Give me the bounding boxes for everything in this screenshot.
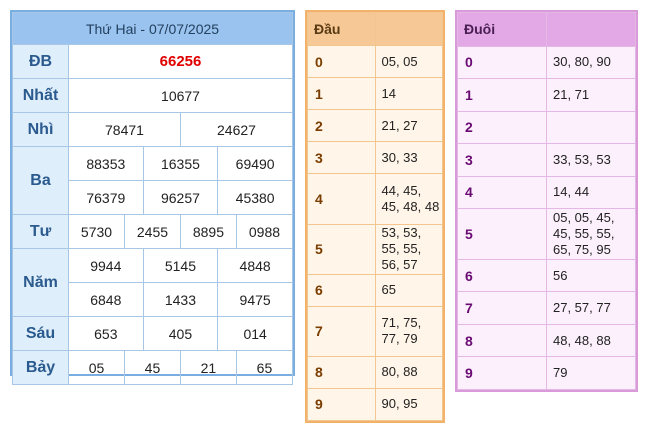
head-digit: 0 — [307, 45, 376, 79]
tail-digit: 6 — [457, 258, 547, 293]
fifth-prize-number: 9475 — [217, 282, 293, 317]
fifth-prize-number: 9944 — [68, 248, 144, 283]
sixth-prize-number: 653 — [68, 316, 144, 351]
third-prize-number: 16355 — [142, 146, 219, 181]
prize-label-seventh: Bảy — [12, 350, 69, 385]
tail-digit-table: Đuôi 0 30, 80, 90 1 21, 71 2 3 33, 53, 53 4… — [455, 10, 638, 392]
head-digit-values: 30, 33 — [374, 141, 443, 175]
fourth-prize-number: 8895 — [179, 214, 237, 249]
fifth-prize-number: 5145 — [142, 248, 219, 283]
head-digit: 5 — [307, 223, 376, 275]
third-prize-number: 88353 — [68, 146, 144, 181]
head-digit-values: 53, 53, 55, 55, 56, 57 — [374, 223, 443, 275]
head-digit-values: 14 — [374, 77, 443, 111]
head-digit-values: 05, 05 — [374, 45, 443, 79]
head-digit-values: 80, 88 — [374, 355, 443, 389]
prize-label-third: Ba — [12, 146, 69, 215]
fifth-prize-number: 6848 — [68, 282, 144, 317]
tail-digit: 0 — [457, 45, 547, 80]
tail-digit: 1 — [457, 78, 547, 112]
third-prize-number: 76379 — [68, 180, 144, 215]
seventh-prize-number: 21 — [179, 350, 237, 385]
prize-label-first: Nhất — [12, 78, 69, 113]
third-prize-number: 69490 — [217, 146, 293, 181]
tail-digit: 8 — [457, 323, 547, 358]
tail-digit-values: 79 — [546, 356, 636, 390]
head-digit-header-values — [374, 11, 443, 47]
head-digit: 2 — [307, 109, 376, 143]
head-digit: 6 — [307, 273, 376, 307]
head-digit: 7 — [307, 305, 376, 357]
tail-digit-header: Đuôi — [457, 12, 547, 47]
fifth-prize-number: 1433 — [142, 282, 219, 317]
tail-digit-values: 33, 53, 53 — [546, 143, 636, 177]
head-digit-values: 65 — [374, 273, 443, 307]
head-digit-values: 90, 95 — [374, 387, 443, 422]
second-prize-number: 24627 — [179, 112, 294, 147]
tail-digit-header-values — [546, 12, 636, 47]
results-date-title: Thứ Hai - 07/07/2025 — [12, 12, 293, 45]
tail-digit-values: 05, 05, 45, 45, 55, 55, 65, 75, 95 — [546, 208, 636, 260]
first-prize-number: 10677 — [68, 78, 293, 113]
prize-label-sixth: Sáu — [12, 316, 69, 351]
third-prize-number: 96257 — [142, 180, 219, 215]
head-digit: 9 — [307, 387, 376, 422]
tail-digit-values: 48, 48, 88 — [546, 323, 636, 358]
sixth-prize-number: 014 — [217, 316, 293, 351]
sixth-prize-number: 405 — [142, 316, 219, 351]
seventh-prize-number: 65 — [235, 350, 294, 385]
fourth-prize-number: 2455 — [123, 214, 181, 249]
tail-digit-values: 21, 71 — [546, 78, 636, 112]
head-digit-header: Đầu — [307, 11, 376, 47]
head-digit: 3 — [307, 141, 376, 175]
head-digit: 1 — [307, 77, 376, 111]
head-digit-values: 44, 45, 45, 48, 48 — [374, 173, 443, 225]
tail-digit-values: 14, 44 — [546, 175, 636, 210]
head-digit-values: 21, 27 — [374, 109, 443, 143]
tail-digit-values — [546, 110, 636, 145]
tail-digit: 2 — [457, 110, 547, 145]
head-digit-table: Đầu 0 05, 05 1 14 2 21, 27 3 30, 33 4 44, 45,… — [305, 10, 445, 423]
seventh-prize-number: 45 — [123, 350, 181, 385]
tail-digit: 7 — [457, 291, 547, 325]
tail-digit: 3 — [457, 143, 547, 177]
head-digit-values: 71, 75, 77, 79 — [374, 305, 443, 357]
third-prize-number: 45380 — [217, 180, 293, 215]
tail-digit-values: 27, 57, 77 — [546, 291, 636, 325]
tail-digit: 5 — [457, 208, 547, 260]
prize-label-fourth: Tư — [12, 214, 69, 249]
head-digit: 4 — [307, 173, 376, 225]
tail-digit-values: 30, 80, 90 — [546, 45, 636, 80]
head-digit: 8 — [307, 355, 376, 389]
special-prize-number: 66256 — [68, 44, 293, 79]
fourth-prize-number: 5730 — [68, 214, 125, 249]
lottery-results-table: Thứ Hai - 07/07/2025 ĐB 66256 Nhất 10677… — [10, 10, 295, 385]
tail-digit: 9 — [457, 356, 547, 390]
prize-label-second: Nhì — [12, 112, 69, 147]
prize-label-special: ĐB — [12, 44, 69, 79]
seventh-prize-number: 05 — [68, 350, 125, 385]
tail-digit-values: 56 — [546, 258, 636, 293]
fourth-prize-number: 0988 — [235, 214, 294, 249]
prize-label-fifth: Năm — [12, 248, 69, 317]
second-prize-number: 78471 — [68, 112, 181, 147]
fifth-prize-number: 4848 — [217, 248, 293, 283]
tail-digit: 4 — [457, 175, 547, 210]
